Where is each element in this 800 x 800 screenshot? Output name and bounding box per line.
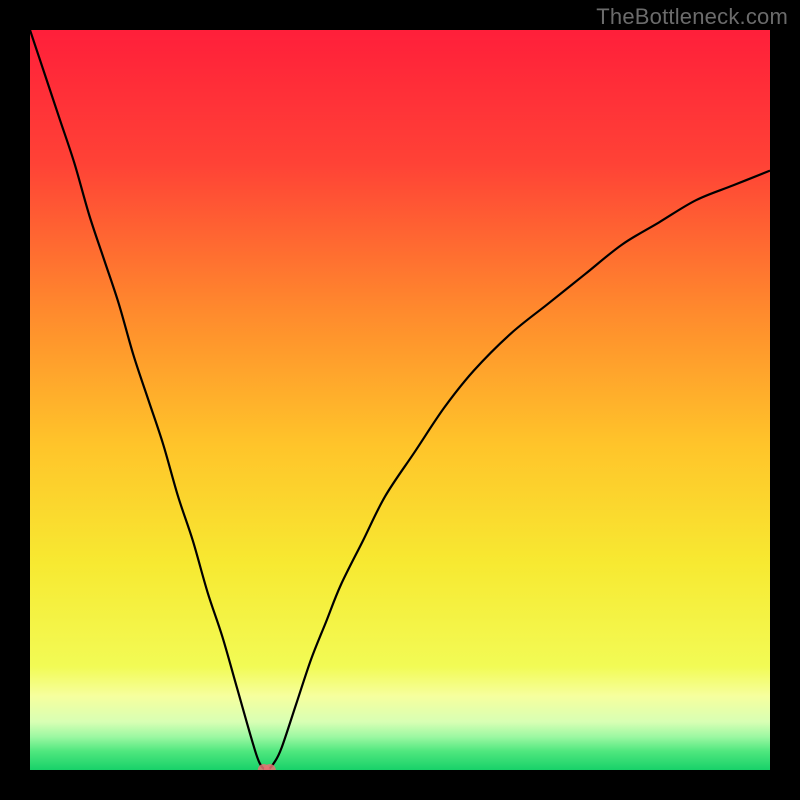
bottleneck-chart	[30, 30, 770, 770]
plot-background	[30, 30, 770, 770]
watermark-text: TheBottleneck.com	[596, 4, 788, 30]
chart-frame: TheBottleneck.com	[0, 0, 800, 800]
